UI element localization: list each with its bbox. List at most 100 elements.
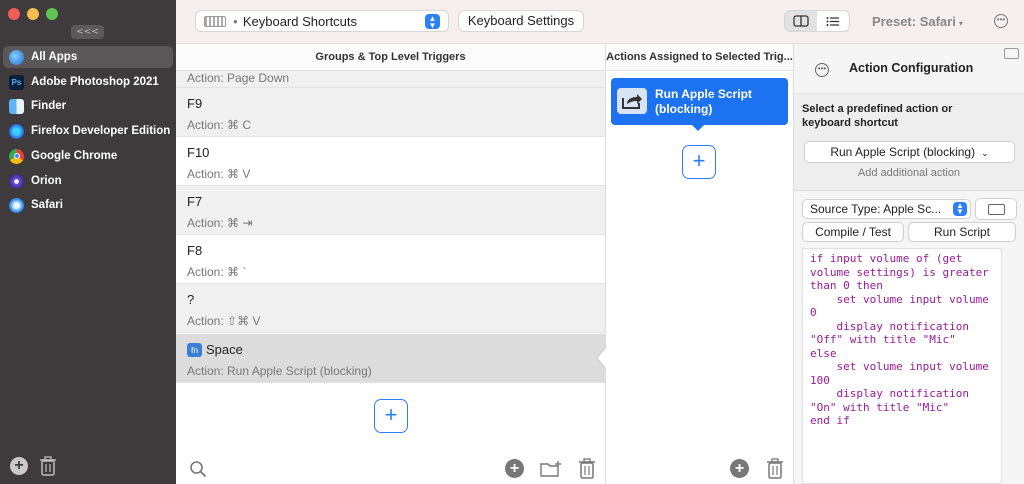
trash-icon[interactable]	[766, 458, 784, 479]
chevron-down-icon: ⌄	[981, 148, 989, 158]
new-folder-icon[interactable]	[540, 460, 562, 478]
caret-down-icon: ▾	[958, 19, 963, 28]
action-card[interactable]: Run Apple Script (blocking)	[611, 78, 788, 131]
trigger-title: F8	[187, 243, 203, 258]
window-icon[interactable]	[1004, 48, 1019, 59]
sidebar-item-orion[interactable]: Orion	[3, 170, 173, 192]
trigger-row[interactable]: F7 Action: ⌘ ⇥	[176, 186, 605, 235]
finder-icon	[9, 98, 24, 114]
predefined-action-select[interactable]: Run Apple Script (blocking) ⌄	[804, 141, 1015, 163]
minimize-window-button[interactable]	[27, 8, 39, 20]
sidebar-item-photoshop[interactable]: Ps Adobe Photoshop 2021	[3, 71, 173, 93]
add-additional-action-link[interactable]: Add additional action	[794, 167, 1024, 179]
trigger-title: ?	[187, 292, 195, 307]
app-sidebar: <<< All Apps Ps Adobe Photoshop 2021 Fin…	[0, 0, 176, 484]
trigger-action: Action: Run Apple Script (blocking)	[187, 364, 372, 378]
script-editor[interactable]: if input volume of (get volume settings)…	[802, 248, 1002, 484]
search-icon[interactable]	[189, 460, 207, 478]
select-stepper-icon: ▲ ▼	[953, 202, 967, 216]
firefox-icon	[9, 123, 24, 139]
trigger-row-selected[interactable]: fn Space Action: Run Apple Script (blocki…	[176, 334, 605, 383]
source-type-select[interactable]: Source Type: Apple Sc... ▲ ▼	[802, 199, 971, 219]
sidebar-item-finder[interactable]: Finder	[3, 95, 173, 117]
trigger-action: Action: ⌘ V	[187, 167, 251, 181]
action-card-notch	[691, 124, 705, 131]
globe-icon	[9, 49, 24, 65]
compile-test-button[interactable]: Compile / Test	[802, 222, 904, 242]
add-app-button[interactable]: +	[10, 457, 28, 475]
trash-icon[interactable]	[39, 456, 57, 476]
sidebar-item-label: Google Chrome	[31, 150, 118, 162]
trash-icon[interactable]	[578, 458, 596, 479]
select-stepper-icon: ▲ ▼	[425, 14, 440, 30]
trigger-action: Action: ⌘ ⇥	[187, 216, 253, 230]
add-action-circle-button[interactable]: +	[730, 459, 749, 478]
groups-pane: Groups & Top Level Triggers Action: Page…	[176, 44, 606, 484]
orion-icon	[9, 173, 24, 189]
safari-icon	[9, 197, 24, 213]
sidebar-item-safari[interactable]: Safari	[3, 194, 173, 216]
sidebar-item-chrome[interactable]: Google Chrome	[3, 145, 173, 167]
trigger-title: F9	[187, 96, 203, 111]
trigger-action: Action: ⇧⌘ V	[187, 314, 261, 328]
list-view-button[interactable]	[817, 11, 849, 31]
predefined-action-section: Select a predefined action or keyboard s…	[794, 94, 1024, 191]
sidebar-item-label: Orion	[31, 175, 62, 187]
trigger-title: F7	[187, 194, 203, 209]
close-window-button[interactable]	[8, 8, 20, 20]
add-action-button[interactable]: +	[682, 145, 716, 179]
source-type-label: Source Type: Apple Sc...	[810, 202, 942, 216]
trigger-type-select[interactable]: ● Keyboard Shortcuts ▲ ▼	[195, 10, 449, 32]
collapse-sidebar-button[interactable]: <<<	[71, 25, 104, 39]
list-icon	[826, 16, 839, 26]
trigger-row[interactable]: ? Action: ⇧⌘ V	[176, 284, 605, 333]
config-title: Action Configuration	[849, 61, 974, 75]
chrome-icon	[9, 148, 24, 164]
keyboard-icon	[204, 15, 226, 27]
sidebar-item-label: Safari	[31, 199, 63, 211]
sidebar-item-firefox[interactable]: Firefox Developer Edition	[3, 120, 173, 142]
trigger-row[interactable]: Action: Page Down	[176, 71, 605, 88]
trigger-type-label: Keyboard Shortcuts	[242, 13, 358, 29]
sidebar-item-label: All Apps	[31, 51, 78, 63]
window-icon	[988, 204, 1005, 215]
action-card-label: Run Apple Script (blocking)	[655, 87, 752, 116]
add-group-button[interactable]: +	[505, 459, 524, 478]
trigger-action: Action: ⌘ `	[187, 265, 247, 279]
columns-view-button[interactable]	[785, 11, 817, 31]
actions-pane: Actions Assigned to Selected Trig... Run…	[606, 44, 794, 484]
sidebar-item-label: Adobe Photoshop 2021	[31, 76, 159, 88]
config-header: ••• Action Configuration	[794, 44, 1024, 94]
share-arrow-icon	[617, 88, 647, 114]
preset-label-text: Preset: Safari	[872, 14, 956, 29]
more-options-button[interactable]: •••	[994, 14, 1008, 28]
columns-icon	[793, 15, 809, 27]
trigger-title: F10	[187, 145, 210, 160]
run-script-button[interactable]: Run Script	[908, 222, 1016, 242]
keyboard-settings-button[interactable]: Keyboard Settings	[458, 10, 584, 32]
action-configuration-pane: ••• Action Configuration Select a predef…	[794, 44, 1024, 484]
open-editor-window-button[interactable]	[975, 198, 1017, 220]
photoshop-icon: Ps	[9, 74, 24, 90]
sidebar-item-label: Firefox Developer Edition	[31, 125, 171, 137]
trigger-action: Action: Page Down	[187, 71, 290, 85]
trigger-title-text: Space	[206, 342, 243, 357]
trigger-action: Action: ⌘ C	[187, 118, 252, 132]
predefined-prompt: Select a predefined action or keyboard s…	[802, 103, 953, 129]
config-more-button[interactable]: •••	[815, 63, 829, 77]
trigger-row[interactable]: F9 Action: ⌘ C	[176, 88, 605, 137]
preset-selector[interactable]: Preset: Safari ▾	[872, 14, 963, 29]
groups-header: Groups & Top Level Triggers	[176, 44, 605, 71]
bullet-icon: ●	[233, 16, 238, 26]
sidebar-item-all-apps[interactable]: All Apps	[3, 46, 173, 68]
add-trigger-button[interactable]: +	[374, 399, 408, 433]
view-mode-control[interactable]	[784, 10, 850, 32]
trigger-title: fn Space	[187, 342, 243, 357]
sidebar-item-label: Finder	[31, 100, 67, 112]
zoom-window-button[interactable]	[46, 8, 58, 20]
fn-key-badge: fn	[187, 342, 202, 357]
predefined-action-value: Run Apple Script (blocking)	[830, 145, 976, 159]
trigger-row[interactable]: F10 Action: ⌘ V	[176, 137, 605, 186]
actions-header: Actions Assigned to Selected Trig...	[606, 44, 793, 71]
trigger-row[interactable]: F8 Action: ⌘ `	[176, 235, 605, 284]
